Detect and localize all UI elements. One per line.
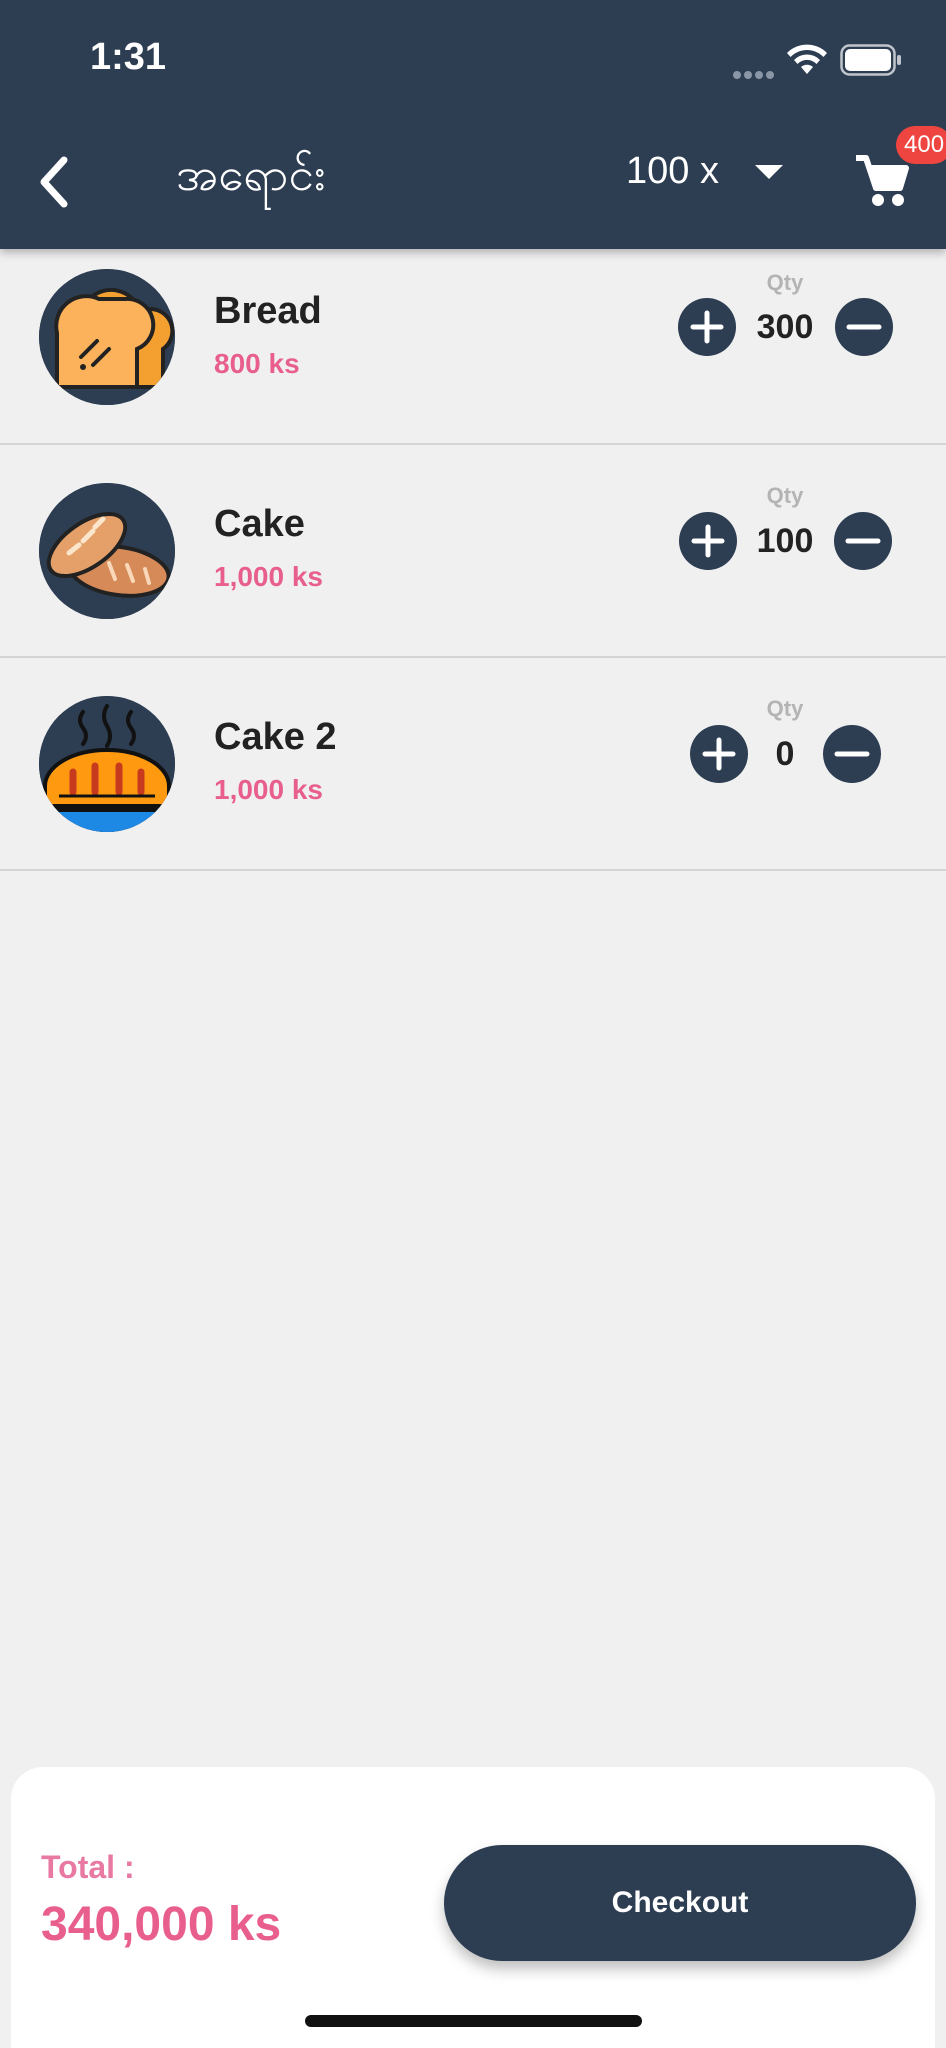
item-name: Bread: [214, 290, 322, 332]
checkout-panel: Total : 340,000 ks Checkout: [11, 1767, 935, 2048]
wifi-icon: [787, 44, 827, 74]
item-name: Cake: [214, 503, 305, 545]
list-item: Cake 1,000 ks Qty 100: [0, 445, 946, 658]
cart-count-badge: 400: [896, 126, 946, 164]
increase-qty-button[interactable]: [679, 512, 737, 570]
decrease-qty-button[interactable]: [834, 512, 892, 570]
status-time: 1:31: [90, 36, 167, 78]
sales-screen: 1:31 အရောင်း 100 x 400 Bread 800 ks Qty …: [0, 0, 946, 2048]
item-price: 1,000 ks: [214, 774, 323, 805]
total-value: 340,000 ks: [41, 1898, 282, 1951]
battery-icon: [840, 44, 901, 76]
list-item: Cake 2 1,000 ks Qty 0: [0, 658, 946, 871]
decrease-qty-button[interactable]: [823, 725, 881, 783]
decrease-qty-button[interactable]: [835, 298, 893, 356]
multiplier-dropdown[interactable]: 100 x: [626, 150, 783, 193]
multiplier-value: 100 x: [626, 150, 719, 192]
item-price: 1,000 ks: [214, 561, 323, 592]
toast-icon: [39, 269, 175, 405]
qty-label: Qty: [766, 483, 804, 508]
baguette-icon: [39, 483, 175, 619]
back-button[interactable]: [30, 150, 80, 214]
home-indicator[interactable]: [305, 2015, 642, 2027]
product-list: Bread 800 ks Qty 300 Cake 1,000 ks Qty 1…: [0, 230, 946, 871]
qty-value: 100: [756, 522, 814, 560]
app-header: 1:31 အရောင်း 100 x 400: [0, 0, 946, 249]
qty-value: 0: [775, 735, 795, 773]
hot-bread-icon: [39, 696, 175, 832]
total-label: Total :: [41, 1849, 135, 1885]
item-name: Cake 2: [214, 716, 337, 758]
increase-qty-button[interactable]: [678, 298, 736, 356]
dropdown-caret-icon: [754, 164, 783, 179]
qty-value: 300: [756, 308, 814, 346]
list-item: Bread 800 ks Qty 300: [0, 230, 946, 445]
page-title: အရောင်း: [176, 147, 326, 201]
checkout-button[interactable]: Checkout: [444, 1845, 916, 1961]
qty-label: Qty: [766, 270, 804, 295]
cellular-signal-icon: [733, 66, 777, 79]
qty-label: Qty: [766, 696, 804, 721]
item-price: 800 ks: [214, 348, 300, 379]
